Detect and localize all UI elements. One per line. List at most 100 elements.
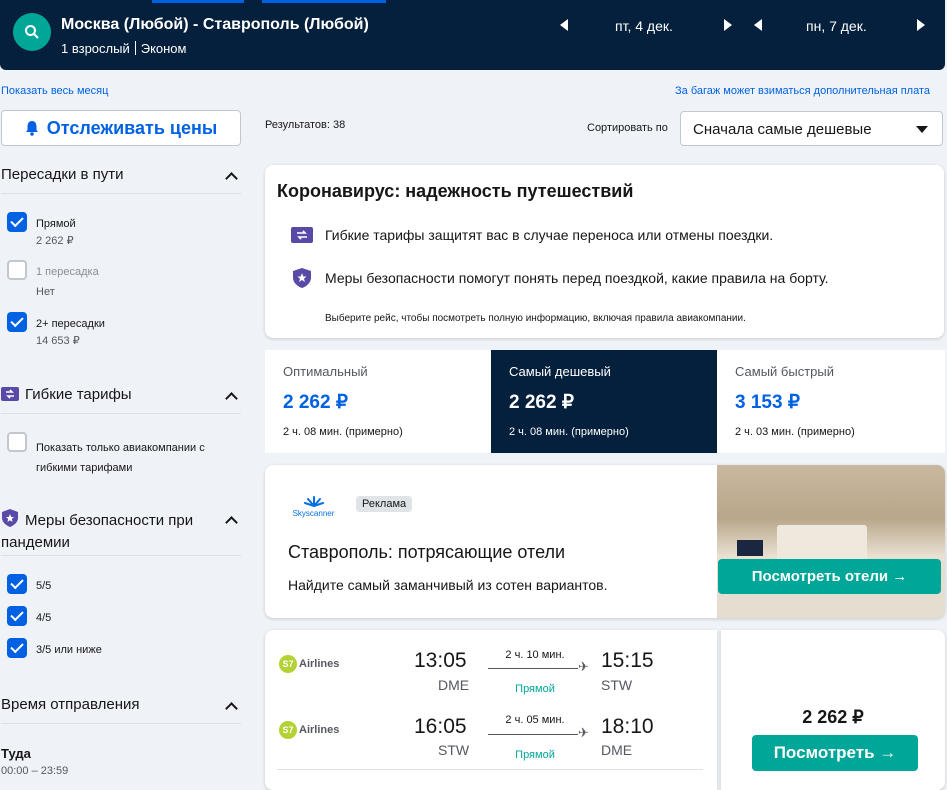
search-icon <box>25 25 39 39</box>
tab-optimal[interactable]: Оптимальный 2 262 ₽ 2 ч. 08 мин. (пример… <box>265 350 491 453</box>
divider <box>1 555 241 556</box>
option-two-plus-price: 14 653 ₽ <box>36 335 80 347</box>
search-header: Москва (Любой) - Ставрополь (Любой) 1 вз… <box>0 0 945 70</box>
flight-itinerary-card[interactable]: S7 Airlines 13:05 DME 2 ч. 10 мин. ✈ Пря… <box>265 630 717 790</box>
option-two-plus-label: 2+ пересадки <box>36 318 105 330</box>
hotel-ad-card[interactable]: Skyscanner Реклама Ставрополь: потрясающ… <box>265 465 945 618</box>
sort-select[interactable]: Сначала самые дешевые <box>680 111 943 146</box>
s7-logo-icon: S7 <box>279 655 297 673</box>
checkbox-flex-only[interactable] <box>7 432 27 452</box>
checkbox-safety-4[interactable] <box>7 606 27 626</box>
departure-time-title[interactable]: Время отправления <box>1 696 140 713</box>
plane-icon: ✈ <box>578 659 589 674</box>
departure-time-range: 00:00 – 23:59 <box>1 765 69 777</box>
chevron-up-icon[interactable] <box>225 516 238 529</box>
safety-5-label: 5/5 <box>36 580 52 592</box>
return-route-line <box>488 734 578 735</box>
chevron-up-icon[interactable] <box>225 702 238 715</box>
depart-date[interactable]: пт, 4 дек. <box>615 18 673 34</box>
flex-filter-title[interactable]: Гибкие тарифы <box>25 386 132 403</box>
option-one-stop-price: Нет <box>36 286 55 298</box>
covid-title: Коронавирус: надежность путешествий <box>277 181 634 201</box>
prev-depart-date-icon[interactable] <box>560 19 568 31</box>
safety-3-label: 3/5 или ниже <box>36 644 102 656</box>
tab-cheapest[interactable]: Самый дешевый 2 262 ₽ 2 ч. 08 мин. (прим… <box>491 350 717 453</box>
passengers-cabin[interactable]: 1 взрослый Эконом <box>61 41 186 56</box>
baggage-fee-link[interactable]: За багаж может взиматься дополнительная … <box>675 85 930 97</box>
checkbox-two-plus-stops[interactable] <box>7 312 27 332</box>
checkbox-safety-5[interactable] <box>7 574 27 594</box>
option-one-stop-label: 1 пересадка <box>36 266 99 278</box>
chevron-up-icon[interactable] <box>225 392 238 405</box>
sort-label: Сортировать по <box>587 122 668 134</box>
prev-return-date-icon[interactable] <box>754 19 762 31</box>
airline-logo: S7 Airlines <box>279 655 339 673</box>
tab-optimal-label: Оптимальный <box>283 364 368 379</box>
results-count: Результатов: 38 <box>265 119 346 131</box>
flex-only-label: Показать только авиакомпании с гибкими т… <box>36 442 205 474</box>
covid-info-card: Коронавирус: надежность путешествий Гибк… <box>265 165 944 338</box>
track-prices-label: Отслеживать цены <box>46 117 218 138</box>
tab-fastest-price: 3 153 ₽ <box>735 392 800 413</box>
outbound-duration: 2 ч. 10 мин. <box>505 649 565 661</box>
search-button[interactable] <box>13 13 51 51</box>
outbound-depart-time: 13:05 <box>414 649 467 672</box>
tab-cheapest-duration: 2 ч. 08 мин. (примерно) <box>509 426 629 438</box>
tab-optimal-duration: 2 ч. 08 мин. (примерно) <box>283 426 403 438</box>
next-depart-date-icon[interactable] <box>724 19 732 31</box>
option-direct-label: Прямой <box>36 218 76 230</box>
skyscanner-logo: Skyscanner <box>291 495 336 518</box>
covid-safety-text: Меры безопасности помогут понять перед п… <box>325 270 829 286</box>
stops-filter-title[interactable]: Пересадки в пути <box>1 166 124 183</box>
sort-value: Сначала самые дешевые <box>693 121 872 138</box>
ad-title: Ставрополь: потрясающие отели <box>288 542 566 562</box>
flight-price: 2 262 ₽ <box>802 707 864 727</box>
safety-4-label: 4/5 <box>36 612 52 624</box>
return-depart-time: 16:05 <box>414 715 467 738</box>
safety-filter-title[interactable]: Меры безопасности при пандемии <box>1 510 216 554</box>
passengers-count: 1 взрослый <box>61 41 130 56</box>
hotel-room-image <box>717 465 945 618</box>
bell-icon <box>25 121 38 136</box>
tab-fastest-label: Самый быстрый <box>735 364 834 379</box>
view-flight-button[interactable]: Посмотреть → <box>752 735 918 771</box>
view-hotels-button[interactable]: Посмотреть отели → <box>718 559 941 594</box>
return-depart-code: STW <box>438 742 470 758</box>
cabin-class: Эконом <box>140 41 187 56</box>
show-whole-month-link[interactable]: Показать весь месяц <box>1 85 108 97</box>
checkbox-direct[interactable] <box>7 212 27 232</box>
checkbox-one-stop[interactable] <box>7 260 27 280</box>
return-date[interactable]: пн, 7 дек. <box>806 18 867 34</box>
track-prices-button[interactable]: Отслеживать цены <box>1 110 241 146</box>
skyscanner-brand: Skyscanner <box>292 509 335 518</box>
flexible-ticket-icon <box>1 387 19 401</box>
tab-cheapest-price: 2 262 ₽ <box>509 392 574 413</box>
s7-logo-icon: S7 <box>279 721 297 739</box>
skyscanner-sun-icon <box>303 496 324 507</box>
return-arrive-time: 18:10 <box>601 715 654 738</box>
airline-name: Airlines <box>299 724 340 736</box>
caret-down-icon <box>916 126 928 133</box>
route-title[interactable]: Москва (Любой) - Ставрополь (Любой) <box>61 16 369 34</box>
checkbox-safety-3[interactable] <box>7 638 27 658</box>
flexible-ticket-icon <box>291 227 313 243</box>
divider <box>1 723 241 724</box>
shield-icon <box>293 268 311 288</box>
divider <box>1 193 241 194</box>
plane-icon: ✈ <box>578 725 589 740</box>
airline-logo: S7 Airlines <box>279 721 339 739</box>
tab-cheapest-label: Самый дешевый <box>509 364 611 379</box>
tab-optimal-price: 2 262 ₽ <box>283 392 348 413</box>
sort-tabs: Оптимальный 2 262 ₽ 2 ч. 08 мин. (пример… <box>265 350 945 453</box>
tab-fastest[interactable]: Самый быстрый 3 153 ₽ 2 ч. 03 мин. (прим… <box>717 350 943 453</box>
ad-badge: Реклама <box>356 496 413 512</box>
return-duration: 2 ч. 05 мин. <box>505 714 565 726</box>
next-return-date-icon[interactable] <box>917 19 925 31</box>
chevron-up-icon[interactable] <box>225 172 238 185</box>
airline-name: Airlines <box>299 658 340 670</box>
price-panel: 2 262 ₽ Посмотреть → <box>721 630 945 790</box>
covid-footer-text: Выберите рейс, чтобы посмотреть полную и… <box>325 313 746 324</box>
outbound-stops: Прямой <box>515 683 555 695</box>
outbound-route-line <box>488 668 578 669</box>
ad-subtitle: Найдите самый заманчивый из сотен вариан… <box>288 577 608 593</box>
